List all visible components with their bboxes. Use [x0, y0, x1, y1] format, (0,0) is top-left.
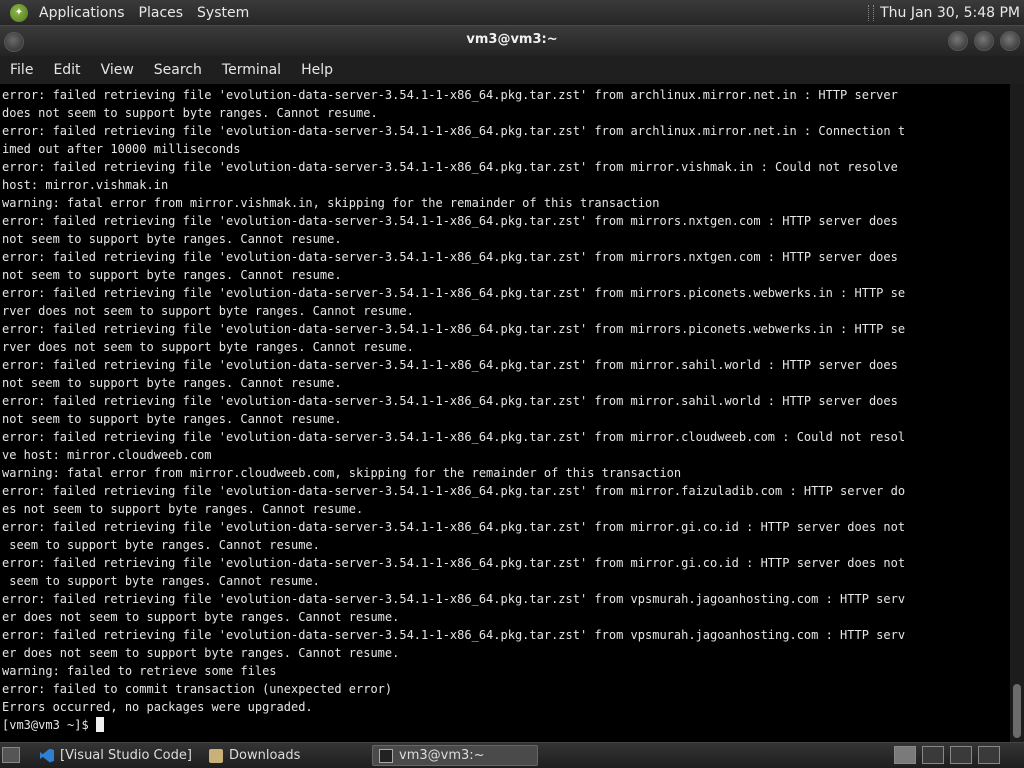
terminal-line: error: failed retrieving file 'evolution…	[2, 214, 898, 228]
terminal-line: error: failed retrieving file 'evolution…	[2, 394, 898, 408]
places-menu[interactable]: Places	[132, 5, 191, 21]
applications-menu[interactable]: Applications	[32, 5, 132, 21]
task-vscode[interactable]: [Visual Studio Code]	[34, 745, 199, 766]
scrollbar-thumb[interactable]	[1013, 684, 1021, 738]
task-downloads[interactable]: Downloads	[203, 745, 368, 766]
terminal-line: rver does not seem to support byte range…	[2, 340, 414, 354]
terminal-line: host: mirror.vishmak.in	[2, 178, 169, 192]
terminal-line: ve host: mirror.cloudweeb.com	[2, 448, 212, 462]
terminal-line: error: failed retrieving file 'evolution…	[2, 322, 906, 336]
terminal-line: Errors occurred, no packages were upgrad…	[2, 700, 313, 714]
terminal-line: error: failed retrieving file 'evolution…	[2, 592, 906, 606]
folder-icon	[209, 748, 223, 763]
menu-terminal[interactable]: Terminal	[212, 62, 291, 78]
system-menu[interactable]: System	[190, 5, 256, 21]
gnome-logo-icon[interactable]: ✦	[10, 3, 28, 22]
terminal-line: error: failed retrieving file 'evolution…	[2, 88, 898, 102]
terminal-menubar: File Edit View Search Terminal Help	[0, 56, 1024, 84]
terminal-line: imed out after 10000 milliseconds	[2, 142, 241, 156]
menu-view[interactable]: View	[91, 62, 144, 78]
terminal-line: error: failed retrieving file 'evolution…	[2, 124, 906, 138]
terminal-line: error: failed retrieving file 'evolution…	[2, 484, 906, 498]
terminal-prompt-line[interactable]: [vm3@vm3 ~]$	[2, 716, 1010, 734]
workspace-1[interactable]	[894, 746, 916, 764]
task-label: [Visual Studio Code]	[60, 748, 192, 763]
menu-search[interactable]: Search	[144, 62, 212, 78]
window-titlebar[interactable]: vm3@vm3:~	[0, 25, 1024, 56]
panel-handle-icon	[868, 4, 875, 21]
terminal-line: error: failed retrieving file 'evolution…	[2, 520, 906, 534]
window-title: vm3@vm3:~	[466, 32, 558, 47]
terminal-line: not seem to support byte ranges. Cannot …	[2, 376, 342, 390]
terminal-line: error: failed retrieving file 'evolution…	[2, 160, 898, 174]
terminal-line: warning: fatal error from mirror.cloudwe…	[2, 466, 682, 480]
terminal-output: error: failed retrieving file 'evolution…	[0, 84, 1010, 734]
terminal-line: error: failed retrieving file 'evolution…	[2, 286, 906, 300]
text-cursor	[95, 717, 104, 732]
show-desktop-icon[interactable]	[2, 747, 20, 763]
terminal-line: error: failed retrieving file 'evolution…	[2, 358, 898, 372]
terminal-output-area[interactable]: error: failed retrieving file 'evolution…	[0, 84, 1010, 742]
terminal-line: warning: fatal error from mirror.vishmak…	[2, 196, 660, 210]
terminal-line: rver does not seem to support byte range…	[2, 304, 414, 318]
terminal-line: not seem to support byte ranges. Cannot …	[2, 268, 342, 282]
terminal-prompt: [vm3@vm3 ~]$	[2, 718, 96, 732]
close-button[interactable]	[1000, 31, 1020, 51]
menu-file[interactable]: File	[0, 62, 43, 78]
terminal-line: warning: failed to retrieve some files	[2, 664, 277, 678]
menu-edit[interactable]: Edit	[43, 62, 90, 78]
workspace-2[interactable]	[922, 746, 944, 764]
terminal-line: error: failed retrieving file 'evolution…	[2, 250, 898, 264]
terminal-line: error: failed retrieving file 'evolution…	[2, 430, 906, 444]
clock[interactable]: Thu Jan 30, 5:48 PM	[880, 5, 1024, 21]
task-terminal[interactable]: vm3@vm3:~	[372, 745, 538, 766]
terminal-line: seem to support byte ranges. Cannot resu…	[2, 538, 320, 552]
terminal-line: error: failed to commit transaction (une…	[2, 682, 393, 696]
top-panel: ✦ Applications Places System Thu Jan 30,…	[0, 0, 1024, 25]
terminal-scrollbar[interactable]	[1010, 84, 1024, 742]
terminal-line: es not seem to support byte ranges. Cann…	[2, 502, 364, 516]
terminal-line: er does not seem to support byte ranges.…	[2, 646, 400, 660]
vscode-icon	[40, 748, 54, 763]
task-label: Downloads	[229, 748, 301, 763]
terminal-line: not seem to support byte ranges. Cannot …	[2, 232, 342, 246]
terminal-line: not seem to support byte ranges. Cannot …	[2, 412, 342, 426]
terminal-line: seem to support byte ranges. Cannot resu…	[2, 574, 320, 588]
terminal-icon	[379, 748, 393, 763]
terminal-line: error: failed retrieving file 'evolution…	[2, 628, 906, 642]
workspace-4[interactable]	[978, 746, 1000, 764]
terminal-line: error: failed retrieving file 'evolution…	[2, 556, 906, 570]
bottom-taskbar: [Visual Studio Code] Downloads vm3@vm3:~	[0, 742, 1024, 768]
maximize-button[interactable]	[974, 31, 994, 51]
minimize-button[interactable]	[948, 31, 968, 51]
menu-help[interactable]: Help	[291, 62, 343, 78]
workspace-3[interactable]	[950, 746, 972, 764]
task-label: vm3@vm3:~	[399, 748, 485, 763]
terminal-line: does not seem to support byte ranges. Ca…	[2, 106, 378, 120]
terminal-line: er does not seem to support byte ranges.…	[2, 610, 400, 624]
